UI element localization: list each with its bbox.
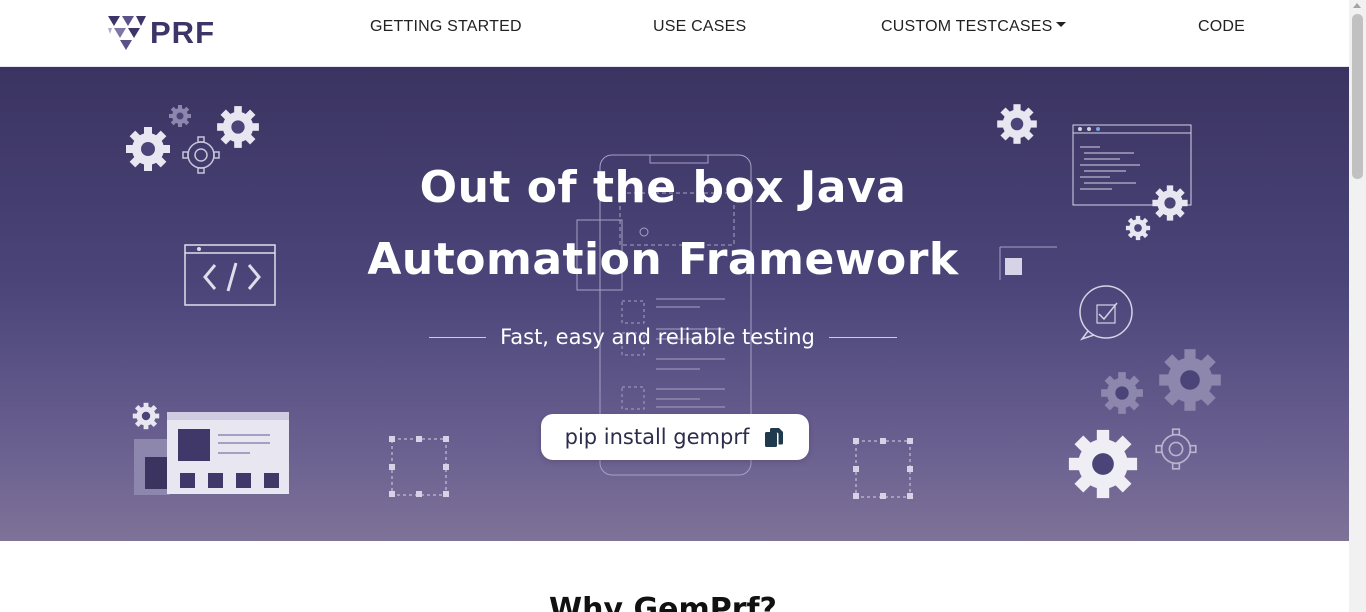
gear-icon (132, 402, 160, 430)
gear-icon (1101, 372, 1143, 414)
hero-title-line2: Automation Framework (367, 234, 959, 285)
hero-subtitle-row: Fast, easy and reliable testing (0, 325, 1326, 349)
divider-right (828, 336, 897, 338)
scrollbar-thumb[interactable] (1352, 14, 1363, 179)
nav-code[interactable]: CODE (1198, 18, 1245, 36)
browser-layout-icon (134, 412, 289, 495)
scroll-up-arrow-icon[interactable] (1353, 3, 1361, 8)
install-command-text: pip install gemprf (564, 425, 750, 449)
copy-install-command-button[interactable]: pip install gemprf (541, 414, 809, 460)
logo[interactable]: PRF (106, 14, 228, 52)
gear-icon (169, 105, 191, 127)
hero-title-line1: Out of the box Java (419, 162, 907, 213)
nav-use-cases[interactable]: USE CASES (653, 18, 746, 36)
logo-triangles-icon (108, 16, 146, 50)
section-heading: Why GemPrf? (549, 592, 777, 612)
navbar: PRF GETTING STARTED USE CASES CUSTOM TES… (0, 0, 1349, 67)
nav-getting-started[interactable]: GETTING STARTED (370, 18, 522, 36)
caret-down-icon (1055, 22, 1066, 28)
gear-outline-icon (1155, 428, 1197, 470)
gear-icon (997, 104, 1037, 144)
selection-box-icon (389, 436, 449, 497)
hero-illustrations (126, 104, 1221, 499)
nav-custom-testcases-label: CUSTOM TESTCASES (881, 18, 1053, 35)
gear-icon (1159, 349, 1221, 411)
logo-text: PRF (150, 15, 215, 50)
gear-icon (217, 106, 259, 148)
scrollbar[interactable] (1349, 0, 1366, 612)
selection-box-icon (853, 438, 913, 499)
hero-section: Out of the box Java Automation Framework… (0, 67, 1349, 541)
hero-subtitle: Fast, easy and reliable testing (500, 325, 815, 349)
nav-custom-testcases[interactable]: CUSTOM TESTCASES (881, 18, 1066, 36)
copy-icon[interactable] (763, 426, 785, 448)
gear-icon (1068, 429, 1138, 499)
divider-left (429, 336, 487, 338)
